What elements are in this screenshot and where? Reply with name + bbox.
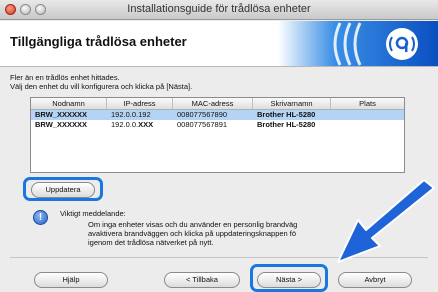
device-table[interactable]: Nodnamn IP-adress MAC-adress Skrivarnamn… xyxy=(30,97,405,173)
pointer-arrow-icon xyxy=(337,180,435,263)
ip-suffix: XXX xyxy=(138,120,154,129)
cell-nodename: BRW_XXXXXX xyxy=(35,120,87,129)
header-banner: Tillgängliga trådlösa enheter xyxy=(0,21,438,67)
notice-heading: Viktigt meddelande: xyxy=(60,209,126,218)
installer-window: Installationsguide för trådlösa enheter … xyxy=(0,0,438,292)
notice-line-3: igenom det trådlösa nätverket på nytt. xyxy=(88,238,214,247)
help-button[interactable]: Hjälp xyxy=(34,272,108,288)
instruction-line-2: Välj den enhet du vill konfigurera och k… xyxy=(10,82,193,91)
cell-location xyxy=(331,120,404,130)
instruction-line-1: Fler än en trådlös enhet hittades. xyxy=(10,73,120,82)
title-bar[interactable]: Installationsguide för trådlösa enheter xyxy=(0,0,438,20)
notice-line-1: Om inga enheter visas och du använder en… xyxy=(88,220,298,229)
notice-line-2: avaktivera brandväggen och klicka på upp… xyxy=(88,229,297,238)
cell-ip: 192.0.0.XXX xyxy=(107,120,173,130)
page-title: Tillgängliga trådlösa enheter xyxy=(10,34,187,49)
next-button[interactable]: Nästa > xyxy=(257,272,321,288)
warning-icon: ! xyxy=(33,210,48,225)
cell-nodename: BRW_XXXXXX xyxy=(35,110,87,119)
window-title: Installationsguide för trådlösa enheter xyxy=(127,3,311,15)
wireless-logo-icon xyxy=(278,21,438,66)
cell-ip: 192.0.0.192 xyxy=(111,110,151,119)
table-header: Nodnamn IP-adress MAC-adress Skrivarnamn… xyxy=(31,98,404,110)
cell-printer: Brother HL-5280 xyxy=(257,110,316,119)
column-header-printer[interactable]: Skrivarnamn xyxy=(253,98,331,109)
refresh-button[interactable]: Uppdatera xyxy=(31,182,95,198)
cell-mac: 008077567890 xyxy=(177,110,228,119)
column-header-nodename[interactable]: Nodnamn xyxy=(31,98,107,109)
ip-prefix: 192.0.0. xyxy=(111,120,139,129)
table-row[interactable]: BRW_XXXXXX 192.0.0.XXX 008077567891 Brot… xyxy=(31,120,404,130)
back-button[interactable]: < Tillbaka xyxy=(164,272,240,288)
cell-mac: 008077567891 xyxy=(177,120,228,129)
column-header-mac[interactable]: MAC-adress xyxy=(173,98,253,109)
cell-location xyxy=(331,110,404,120)
column-header-location[interactable]: Plats xyxy=(331,98,404,109)
column-header-ip[interactable]: IP-adress xyxy=(107,98,173,109)
cancel-button[interactable]: Avbryt xyxy=(338,272,412,288)
cell-printer: Brother HL-5280 xyxy=(257,120,316,129)
table-row[interactable]: BRW_XXXXXX 192.0.0.192 008077567890 Brot… xyxy=(31,110,404,120)
